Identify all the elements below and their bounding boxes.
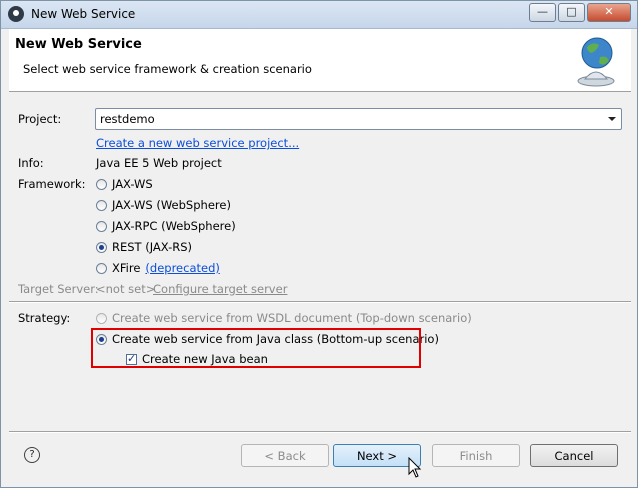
- framework-option-label: JAX-WS: [112, 177, 153, 191]
- configure-target-server-link[interactable]: Configure target server: [153, 282, 287, 296]
- wizard-subtitle: Select web service framework & creation …: [23, 62, 312, 76]
- finish-button[interactable]: Finish: [432, 444, 520, 467]
- project-label: Project:: [18, 112, 62, 126]
- create-project-link[interactable]: Create a new web service project...: [96, 136, 299, 150]
- project-select[interactable]: restdemo: [95, 108, 622, 130]
- chevron-down-icon: [608, 117, 616, 121]
- minimize-icon: —: [537, 5, 548, 18]
- annotation-highlight-box: [91, 328, 421, 368]
- minimize-button[interactable]: —: [529, 3, 556, 22]
- radio-icon: [96, 312, 107, 324]
- framework-option-jax-ws-websphere[interactable]: JAX-WS (WebSphere): [96, 198, 231, 212]
- info-value: Java EE 5 Web project: [96, 156, 222, 170]
- radio-icon: [96, 220, 107, 232]
- app-icon: [8, 6, 24, 22]
- xfire-deprecated-link[interactable]: (deprecated): [145, 261, 219, 275]
- target-server-label: Target Server:: [18, 282, 99, 296]
- maximize-button[interactable]: □: [558, 3, 585, 22]
- wizard-title: New Web Service: [15, 37, 142, 52]
- framework-option-jax-ws[interactable]: JAX-WS: [96, 177, 153, 191]
- framework-option-rest[interactable]: REST (JAX-RS): [96, 240, 192, 254]
- framework-option-label: JAX-WS (WebSphere): [112, 198, 231, 212]
- close-icon: ✕: [604, 5, 614, 18]
- strategy-label: Strategy:: [18, 311, 71, 325]
- title-bar[interactable]: New Web Service — □ ✕: [1, 1, 637, 29]
- framework-option-label: JAX-RPC (WebSphere): [112, 219, 236, 233]
- framework-label: Framework:: [18, 177, 86, 191]
- info-label: Info:: [18, 156, 44, 170]
- project-value: restdemo: [100, 112, 155, 126]
- separator: [9, 301, 631, 303]
- radio-icon: [96, 178, 107, 190]
- target-server-value: <not set>: [96, 282, 156, 296]
- framework-option-xfire[interactable]: XFire (deprecated): [96, 261, 220, 275]
- wizard-header: New Web Service Select web service frame…: [9, 29, 631, 92]
- dialog-window: New Web Service — □ ✕ New Web Service Se…: [0, 0, 638, 488]
- window-controls: — □ ✕: [527, 3, 631, 22]
- strategy-option-wsdl[interactable]: Create web service from WSDL document (T…: [96, 311, 472, 325]
- framework-option-jax-rpc-websphere[interactable]: JAX-RPC (WebSphere): [96, 219, 236, 233]
- framework-option-label: XFire: [112, 261, 141, 275]
- maximize-icon: □: [566, 5, 577, 18]
- window-title: New Web Service: [31, 7, 136, 21]
- close-button[interactable]: ✕: [587, 3, 631, 22]
- strategy-wsdl-label: Create web service from WSDL document (T…: [112, 311, 472, 325]
- radio-icon: [96, 262, 107, 274]
- help-button[interactable]: ?: [24, 447, 40, 463]
- framework-option-label: REST (JAX-RS): [112, 240, 193, 254]
- radio-icon: [96, 199, 107, 211]
- back-button[interactable]: < Back: [241, 444, 329, 467]
- cancel-button[interactable]: Cancel: [530, 444, 618, 467]
- radio-selected-icon: [96, 241, 107, 253]
- globe-bell-icon: [577, 37, 615, 87]
- separator: [9, 431, 631, 433]
- mouse-pointer-icon: [408, 457, 422, 478]
